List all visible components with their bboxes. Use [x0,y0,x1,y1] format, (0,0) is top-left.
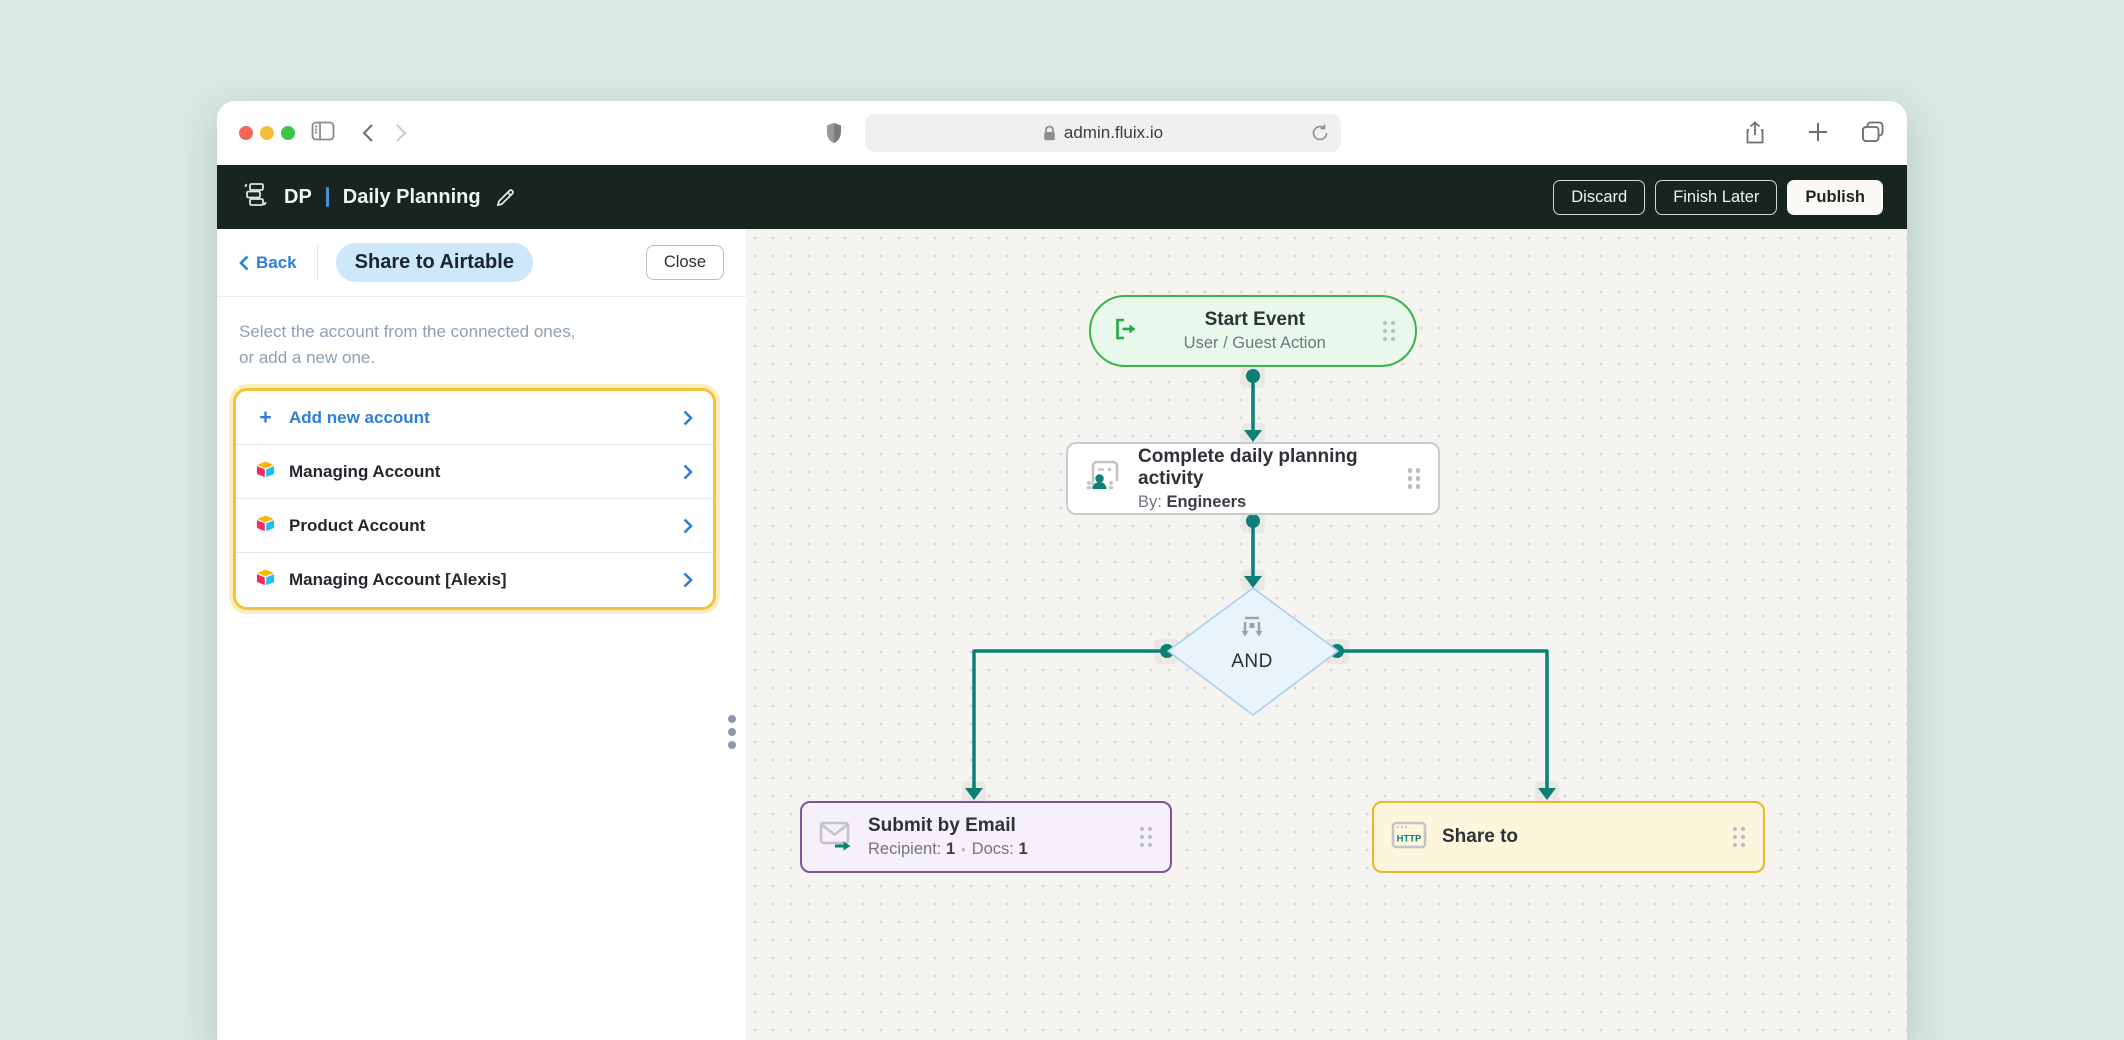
start-event-node[interactable]: Start Event User / Guest Action [1089,295,1417,367]
drag-handle-icon[interactable] [1139,826,1152,848]
start-event-icon [1113,316,1139,347]
svg-text:HTTP: HTTP [1397,833,1422,844]
browser-window: admin.fluix.io DP Daily Planning Discard… [217,101,1907,1040]
node-subtitle: By: Engineers [1138,492,1247,511]
browser-toolbar: admin.fluix.io [217,101,1907,165]
panel-title: Share to Airtable [335,243,533,282]
drag-handle-icon[interactable] [1732,826,1745,848]
chevron-left-icon [239,255,249,270]
plus-icon: + [259,405,272,429]
node-title: Complete daily planning activity [1138,445,1358,489]
activity-node[interactable]: Complete daily planning activity By: Eng… [1066,442,1440,515]
finish-later-button[interactable]: Finish Later [1655,179,1778,215]
sidebar-toggle-icon[interactable] [311,121,335,146]
node-title: Share to [1442,826,1519,847]
airtable-icon [256,515,275,537]
user-task-icon [1084,457,1124,500]
new-tab-icon[interactable] [1807,121,1829,148]
url-text: admin.fluix.io [1063,123,1164,142]
account-list: + Add new account Managing Account Produ… [233,388,716,610]
workflow-icon [241,181,268,213]
workflow-canvas: Start Event User / Guest Action Complete… [746,229,1907,1040]
account-row-product[interactable]: Product Account [236,499,713,553]
gateway-label: AND [1231,651,1273,672]
close-button[interactable]: Close [645,245,724,280]
edit-title-icon[interactable] [495,187,516,208]
shield-icon[interactable] [825,122,843,149]
node-subtitle: User / Guest Action [1183,334,1326,352]
and-gateway-node[interactable]: AND [1192,614,1312,673]
tab-overview-icon[interactable] [1861,121,1885,148]
back-label: Back [256,252,297,272]
chevron-right-icon[interactable] [683,518,693,534]
account-row-managing-alexis[interactable]: Managing Account [Alexis] [236,553,713,607]
title-separator [325,187,329,207]
discard-button[interactable]: Discard [1553,179,1646,215]
add-new-account-row[interactable]: + Add new account [236,391,713,445]
http-icon: HTTP [1390,819,1428,856]
forward-icon[interactable] [395,123,408,148]
share-to-airtable-panel: Back Share to Airtable Close Select the … [217,229,746,1040]
share-to-node[interactable]: HTTP Share to [1372,801,1765,873]
traffic-lights[interactable] [239,126,295,140]
chevron-right-icon[interactable] [683,464,693,480]
node-title: Submit by Email [868,815,1016,836]
airtable-icon [256,569,275,591]
split-icon [1236,616,1268,646]
back-link[interactable]: Back [239,253,297,273]
workflow-initials: DP [284,185,312,208]
node-subtitle: Recipient: 1 • Docs: 1 [868,840,1028,858]
account-row-managing[interactable]: Managing Account [236,445,713,499]
email-icon [818,819,854,856]
lock-icon [1044,125,1055,140]
header-divider [316,244,318,281]
zoom-window-icon[interactable] [281,126,295,140]
back-icon[interactable] [361,123,374,148]
panel-description: Select the account from the connected on… [239,322,576,367]
airtable-icon [256,461,275,483]
panel-header: Back Share to Airtable Close [217,229,746,297]
drag-handle-icon[interactable] [1382,320,1395,342]
url-bar[interactable]: admin.fluix.io [865,114,1341,152]
share-icon[interactable] [1745,121,1765,150]
workflow-title: Daily Planning [342,185,481,208]
close-window-icon[interactable] [239,126,253,140]
chevron-right-icon[interactable] [683,410,693,426]
app-header: DP Daily Planning Discard Finish Later P… [217,165,1907,229]
reload-icon[interactable] [1311,123,1329,148]
submit-by-email-node[interactable]: Submit by Email Recipient: 1 • Docs: 1 [800,801,1172,873]
panel-resize-handle[interactable] [728,715,736,749]
drag-handle-icon[interactable] [1407,468,1420,489]
publish-button[interactable]: Publish [1787,179,1883,215]
node-title: Start Event [1204,309,1305,330]
minimize-window-icon[interactable] [260,126,274,140]
chevron-right-icon[interactable] [683,572,693,588]
